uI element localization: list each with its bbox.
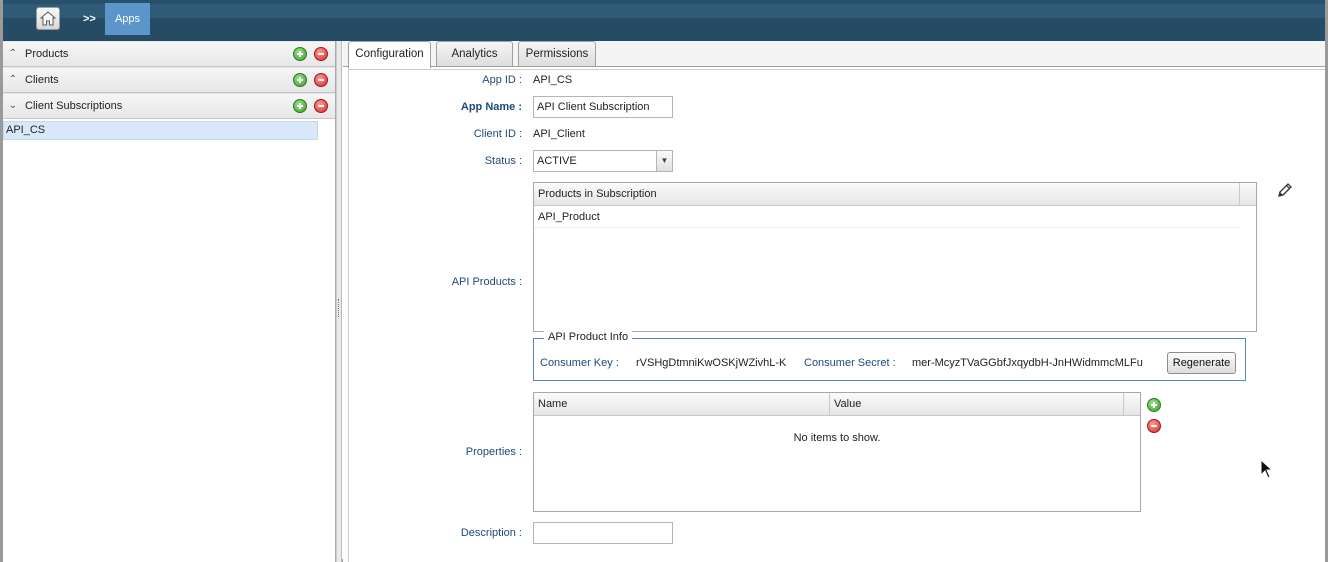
properties-grid: Name Value No items to show. <box>533 392 1141 512</box>
column-header-value[interactable]: Value <box>830 393 1124 415</box>
grid-header-filler <box>1240 183 1256 205</box>
chevron-down-icon[interactable]: ▼ <box>656 151 672 171</box>
remove-product-icon[interactable] <box>314 47 328 61</box>
properties-grid-header: Name Value <box>534 393 1140 416</box>
consumer-secret-label: Consumer Secret : <box>804 357 896 369</box>
properties-label: Properties : <box>465 446 522 458</box>
add-client-icon[interactable] <box>293 73 307 87</box>
table-row[interactable]: API_Product <box>534 206 1240 228</box>
tab-permissions[interactable]: Permissions <box>518 41 596 66</box>
section-clients-label: Clients <box>25 74 59 86</box>
section-products-label: Products <box>25 48 69 60</box>
regenerate-button[interactable]: Regenerate <box>1167 352 1236 374</box>
consumer-secret-value: mer-McyzTVaGGbfJxqydbH-JnHWidmmcMLFu <box>912 357 1143 369</box>
consumer-key-value: rVSHgDtmniKwOSKjWZivhL-K <box>636 357 787 369</box>
home-icon <box>40 11 56 26</box>
status-select-value: ACTIVE <box>537 155 577 167</box>
panel-splitter[interactable] <box>336 41 342 562</box>
description-label: Description : <box>460 527 522 539</box>
section-client-subscriptions-label: Client Subscriptions <box>25 100 123 112</box>
navigation-panel: ⌃ Products ⌃ Clients ⌄ Client Subscripti… <box>3 41 336 562</box>
app-name-field[interactable] <box>533 96 673 118</box>
status-label: Status : <box>484 155 522 167</box>
consumer-key-label: Consumer Key : <box>540 357 619 369</box>
status-select[interactable]: ACTIVE ▼ <box>533 150 673 172</box>
chevron-up-icon[interactable]: ⌃ <box>7 48 19 60</box>
section-products[interactable]: ⌃ Products <box>3 41 335 67</box>
add-product-icon[interactable] <box>293 47 307 61</box>
products-grid-header: Products in Subscription <box>534 183 1256 206</box>
chevron-down-icon[interactable]: ⌄ <box>7 100 19 112</box>
breadcrumb-apps[interactable]: Apps <box>105 3 150 35</box>
column-header-name[interactable]: Name <box>534 393 830 415</box>
api-products-label: API Products : <box>451 276 522 288</box>
list-item[interactable]: API_CS <box>3 121 318 140</box>
app-id-label: App ID : <box>482 74 522 86</box>
remove-property-icon[interactable] <box>1147 419 1161 433</box>
app-name-label: App Name : <box>460 101 522 113</box>
app-id-value: API_CS <box>533 74 573 86</box>
edit-pencil-icon[interactable] <box>1277 182 1293 198</box>
chevron-up-icon[interactable]: ⌃ <box>7 74 19 86</box>
add-property-icon[interactable] <box>1147 398 1161 412</box>
section-client-subscriptions[interactable]: ⌄ Client Subscriptions <box>3 93 335 119</box>
empty-message: No items to show. <box>793 432 881 444</box>
breadcrumb-separator: >> <box>83 13 96 25</box>
remove-subscription-icon[interactable] <box>314 99 328 113</box>
home-button[interactable] <box>36 7 60 30</box>
api-product-info-legend: API Product Info <box>544 331 633 343</box>
grid-header-filler <box>1124 393 1140 415</box>
description-field[interactable] <box>533 522 673 544</box>
remove-client-icon[interactable] <box>314 73 328 87</box>
products-grid: Products in Subscription API_Product <box>533 182 1257 332</box>
client-id-label: Client ID : <box>473 128 522 140</box>
section-clients[interactable]: ⌃ Clients <box>3 67 335 93</box>
client-id-value: API_Client <box>533 128 585 140</box>
add-subscription-icon[interactable] <box>293 99 307 113</box>
column-header-products[interactable]: Products in Subscription <box>534 183 1240 205</box>
top-bar: >> Apps <box>0 0 1328 41</box>
tab-analytics[interactable]: Analytics <box>436 41 513 66</box>
tab-configuration[interactable]: Configuration <box>348 41 431 68</box>
splitter-grip[interactable] <box>338 299 340 317</box>
tab-bar: Configuration Analytics Permissions <box>343 41 1325 68</box>
mouse-cursor-icon <box>1260 459 1274 479</box>
